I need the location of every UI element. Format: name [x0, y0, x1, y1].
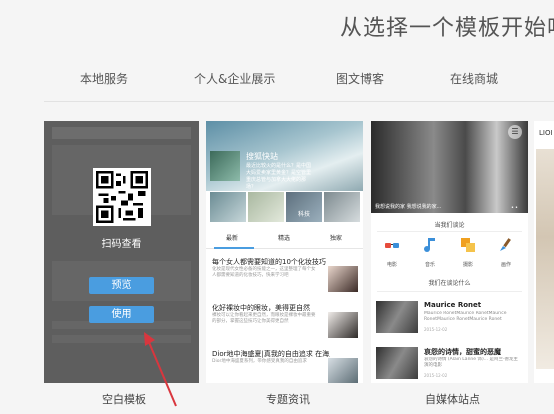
tab-local-service[interactable]: 本地服务: [80, 70, 128, 87]
tab-personal-business[interactable]: 个人&企业展示: [194, 70, 275, 87]
news-tab[interactable]: 最新: [226, 233, 238, 242]
article-summary: Dior地中海盛夏系列，带你感受真我的自由追求: [212, 359, 307, 364]
post-summary: Maurice RonetMaurice RonetMaurice RonetM…: [424, 311, 507, 322]
media-template-caption: 自媒体站点: [425, 393, 480, 406]
news-tab[interactable]: 精选: [278, 233, 290, 242]
next-template-card[interactable]: LIOI: [534, 121, 554, 383]
banner-title: 搜狐快站: [246, 152, 278, 161]
hero-caption: 我想说我的家 我想说我的家...: [375, 204, 442, 210]
banner-subtitle: 最近比较火的是什么？是中国大妈爱卖家里黄金？是空管里重庆总管与加拿大大佬的那场？: [246, 163, 312, 190]
category-label: 画作: [500, 262, 511, 268]
site-logo: [210, 151, 240, 181]
tab-blog[interactable]: 图文博客: [336, 70, 384, 87]
list-item[interactable]: 哀怨的诗情，甜蜜的恶魔 哀怨的诗情 (Alain Lanne 饰)... 是阿兰…: [376, 347, 524, 381]
category-painting[interactable]: 画作: [491, 237, 521, 268]
section-heading: 我们在谈论什么: [428, 280, 471, 287]
article-title: 化好裸妆中的眼妆，美得更自然: [212, 304, 310, 312]
category-label: 电影: [386, 262, 397, 268]
film-glasses-icon: [385, 243, 399, 248]
article-image: [328, 312, 358, 338]
article-title: Dior地中海盛夏|真我的自由追求 在海上: [212, 350, 330, 358]
tabs-divider: [44, 101, 554, 102]
list-item[interactable]: Maurice Ronet Maurice RonetMaurice Ronet…: [376, 301, 524, 335]
post-date: 2015-12-02: [424, 373, 448, 378]
article-title: 每个女人都需要知道的10个化妆技巧: [212, 258, 326, 266]
section-divider: [377, 231, 522, 232]
preview-button[interactable]: 预览: [89, 277, 154, 294]
news-template-caption: 专题资讯: [266, 393, 310, 406]
template-image: [536, 149, 554, 369]
hero-image: [371, 121, 528, 213]
active-tab-indicator: [214, 247, 254, 249]
news-tab[interactable]: 独家: [330, 233, 342, 242]
post-title: Maurice Ronet: [424, 301, 482, 309]
tab-online-store[interactable]: 在线商城: [450, 70, 498, 87]
category-label: 音乐: [424, 262, 435, 268]
post-title: 哀怨的诗情，甜蜜的恶魔: [424, 348, 501, 356]
thumbnail: [324, 192, 360, 222]
article-image: [328, 358, 358, 383]
photo-stack-icon: [461, 238, 475, 252]
section-divider: [377, 291, 522, 292]
thumbnail: [210, 192, 246, 222]
music-note-icon: [424, 238, 435, 252]
category-movie[interactable]: 电影: [377, 237, 407, 268]
skeleton-header: [52, 127, 191, 139]
post-date: 2015-12-02: [424, 327, 448, 332]
post-thumbnail: [376, 301, 418, 333]
scan-to-view-label: 扫码查看: [101, 239, 142, 250]
use-button[interactable]: 使用: [89, 306, 154, 323]
menu-icon[interactable]: ☰: [508, 125, 522, 139]
template-logo: LIOI: [539, 129, 553, 137]
page-title: 从选择一个模板开始吧: [340, 16, 554, 41]
article-summary: 化妆是现代女性必备的技能之一，这里整理了每个女人都需要知道的化妆技巧，快来学习吧: [212, 267, 316, 278]
news-template-card[interactable]: 搜狐快站 最近比较火的是什么？是中国大妈爱卖家里黄金？是空管里重庆总管与加拿大大…: [206, 121, 363, 383]
category-photo[interactable]: 摄影: [453, 237, 483, 268]
category-tabs: 本地服务 个人&企业展示 图文博客 在线商城: [0, 70, 554, 90]
template-picker: 从选择一个模板开始吧 本地服务 个人&企业展示 图文博客 在线商城 扫码查看 预…: [0, 0, 554, 414]
red-arrow-annotation: [144, 332, 177, 407]
news-tabs: 最新 精选 独家: [206, 233, 363, 245]
qr-code: [93, 168, 151, 226]
thumbnail-strip: 科技: [210, 192, 360, 222]
carousel-dots: ••: [511, 205, 519, 211]
media-template-card[interactable]: ☰ 我想说我的家 我想说我的家... •• 当我们谈论 电影 音乐 摄影 画作 …: [371, 121, 528, 383]
category-music[interactable]: 音乐: [415, 237, 445, 268]
thumbnail-label: 科技: [297, 211, 310, 218]
thumbnail: [248, 192, 284, 222]
article-image: [328, 266, 358, 292]
paint-brush-icon: [500, 238, 511, 251]
article-summary: 裸妆可以让你看起来更自然，而眼妆是裸妆中最重要的部分，掌握这些技巧让你美得更自然: [212, 313, 316, 324]
post-summary: 哀怨的诗情 (Alain Lanne 饰)... 是阿兰·德龙主演的电影: [424, 357, 518, 368]
section-heading: 当我们谈论: [434, 222, 465, 229]
post-thumbnail: [376, 347, 418, 379]
thumbnail: 科技: [286, 192, 322, 222]
category-label: 摄影: [462, 262, 473, 268]
